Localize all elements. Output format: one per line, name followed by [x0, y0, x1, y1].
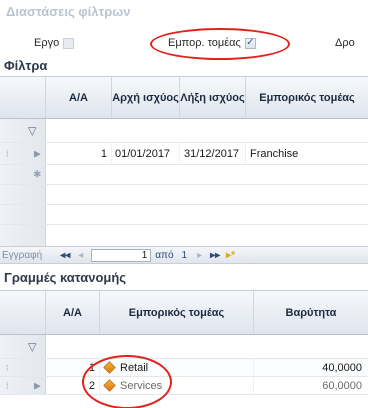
dimension-sector[interactable]: Εμπορ. τομέας ✓: [168, 37, 256, 49]
new-row-icon: ✱: [33, 169, 42, 180]
dimension-sector-label: Εμπορ. τομέας: [168, 37, 241, 49]
filters-cell-aa[interactable]: 1: [46, 143, 112, 164]
allocation-cell-weight[interactable]: 60,0000: [254, 377, 368, 394]
table-row[interactable]: ⁞ ▶ 2 Services 60,0000: [0, 377, 368, 395]
pager-first-button[interactable]: ◂◂: [60, 250, 70, 261]
filters-grid: Α/Α Αρχή ισχύος Λήξη ισχύος Εμπορικός το…: [0, 76, 368, 247]
filters-col-sector[interactable]: Εμπορικός τομέας: [246, 77, 368, 118]
filters-empty-row: [0, 225, 368, 247]
pager-next-button[interactable]: ▸: [197, 250, 202, 261]
table-row[interactable]: ⁞ 1 Retail 40,0000: [0, 359, 368, 377]
pager-total: 1: [181, 249, 188, 261]
filters-header: Α/Α Αρχή ισχύος Λήξη ισχύος Εμπορικός το…: [0, 77, 368, 119]
pager-add-button[interactable]: ▸*: [226, 250, 235, 261]
filters-cell-end[interactable]: 31/12/2017: [180, 143, 246, 164]
row-marker-icon: ⁞: [6, 148, 9, 159]
table-row[interactable]: ⁞ ▶ 1 01/01/2017 31/12/2017 Franchise: [0, 143, 368, 165]
row-indicator-icon: ▶: [34, 148, 41, 158]
pager-of-label: από: [155, 249, 174, 261]
sector-diamond-icon: [103, 361, 116, 374]
allocation-grid: Α/Α Εμπορικός τομέας Βαρύτητα ▽ ⁞ 1 Reta…: [0, 290, 368, 408]
record-navigator: Εγγραφή ◂◂ ◂ 1 από 1 ▸ ▸▸ ▸*: [0, 246, 368, 264]
allocation-filter-row[interactable]: ▽: [0, 335, 368, 359]
pager-last-button[interactable]: ▸▸: [210, 250, 220, 261]
allocation-col-weight[interactable]: Βαρύτητα: [254, 291, 368, 334]
filters-empty-row: [0, 205, 368, 225]
filters-col-start[interactable]: Αρχή ισχύος: [112, 77, 180, 118]
row-indicator-icon: ▶: [34, 380, 41, 390]
dimension-sector-checkbox[interactable]: ✓: [244, 37, 256, 49]
sector-diamond-icon: [103, 379, 116, 392]
allocation-header: Α/Α Εμπορικός τομέας Βαρύτητα: [0, 291, 368, 335]
filters-empty-row: [0, 185, 368, 205]
allocation-cell-sector[interactable]: Services: [100, 377, 254, 394]
dimension-erga[interactable]: Εργο: [34, 37, 75, 49]
allocation-title: Γραμμές κατανομής: [4, 270, 127, 285]
pager-current-input[interactable]: 1: [91, 248, 152, 262]
filters-cell-start[interactable]: 01/01/2017: [112, 143, 180, 164]
dimension-erga-label: Εργο: [34, 37, 60, 49]
row-marker-icon: ⁞: [6, 380, 9, 391]
filters-cell-sector[interactable]: Franchise: [246, 143, 368, 164]
allocation-cell-sector-text: Retail: [120, 361, 149, 374]
filters-col-aa[interactable]: Α/Α: [46, 77, 112, 118]
allocation-cell-sector[interactable]: Retail: [100, 359, 254, 376]
filters-col-end[interactable]: Λήξη ισχύος: [180, 77, 246, 118]
allocation-col-sector[interactable]: Εμπορικός τομέας: [100, 291, 254, 334]
dimension-dro-label: Δρο: [335, 37, 355, 49]
check-icon: ✓: [246, 37, 255, 48]
allocation-cell-weight[interactable]: 40,0000: [254, 359, 368, 376]
dimensions-title: Διαστάσεις φίλτρων: [6, 4, 131, 19]
row-marker-icon: ⁞: [6, 362, 9, 373]
pager-prev-button[interactable]: ◂: [78, 250, 83, 261]
filters-new-row[interactable]: ✱: [0, 165, 368, 185]
allocation-cell-sector-text: Services: [120, 379, 163, 392]
filters-title: Φίλτρα: [4, 58, 48, 73]
allocation-cell-aa[interactable]: 2: [46, 377, 100, 394]
filter-icon[interactable]: ▽: [28, 124, 36, 137]
filters-filter-row[interactable]: ▽: [0, 119, 368, 143]
allocation-cell-aa[interactable]: 1: [46, 359, 100, 376]
pager-label: Εγγραφή: [2, 249, 43, 261]
dimension-erga-checkbox[interactable]: [63, 37, 75, 49]
dimension-dro[interactable]: Δρο: [335, 37, 355, 49]
filter-icon[interactable]: ▽: [28, 340, 36, 353]
dimensions-row: Εργο Εμπορ. τομέας ✓ Δρο: [0, 30, 368, 56]
allocation-col-aa[interactable]: Α/Α: [46, 291, 100, 334]
